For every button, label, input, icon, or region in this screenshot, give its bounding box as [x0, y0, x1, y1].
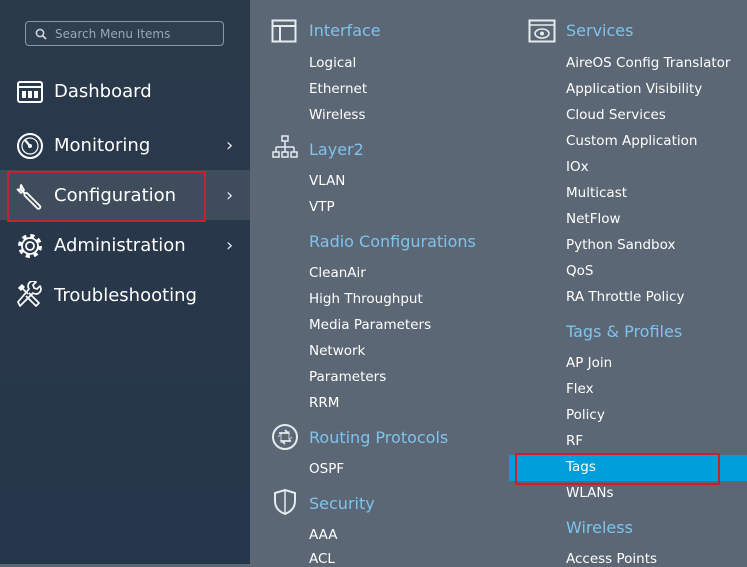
- nav-dashboard-label: Dashboard: [54, 80, 152, 102]
- section-title-security: Security: [309, 494, 375, 513]
- menu-item-netflow[interactable]: NetFlow: [566, 211, 621, 227]
- search-box[interactable]: [25, 21, 224, 46]
- tools-icon: [17, 281, 42, 307]
- menu-item-logical[interactable]: Logical: [309, 55, 356, 71]
- menu-item-custom-application[interactable]: Custom Application: [566, 133, 697, 149]
- menu-item-vlan[interactable]: VLAN: [309, 173, 345, 189]
- chevron-right-icon: ›: [226, 234, 234, 256]
- menu-item-aireos-config-translator[interactable]: AireOS Config Translator: [566, 55, 730, 71]
- menu-item-aaa[interactable]: AAA: [309, 527, 337, 543]
- menu-item-cleanair[interactable]: CleanAir: [309, 265, 366, 281]
- gear-icon: [18, 234, 42, 258]
- chevron-right-icon: ›: [226, 184, 234, 206]
- menu-item-network[interactable]: Network: [309, 343, 365, 359]
- menu-item-policy[interactable]: Policy: [566, 407, 605, 423]
- window-icon: [271, 19, 297, 43]
- menu-item-wlans[interactable]: WLANs: [566, 485, 614, 501]
- menu-item-cloud-services[interactable]: Cloud Services: [566, 107, 666, 123]
- network-tree-icon: [272, 135, 298, 158]
- nav-troubleshooting[interactable]: Troubleshooting: [0, 270, 250, 320]
- nav-monitoring[interactable]: Monitoring ›: [0, 120, 250, 170]
- nav-monitoring-label: Monitoring: [54, 134, 151, 156]
- dashboard-icon: [17, 81, 43, 103]
- menu-item-rf[interactable]: RF: [566, 433, 583, 449]
- menu-item-ra-throttle-policy[interactable]: RA Throttle Policy: [566, 289, 684, 305]
- configuration-menu-panel: Interface Logical Ethernet Wireless Laye…: [250, 0, 747, 567]
- routing-icon: [272, 424, 298, 450]
- menu-item-wireless[interactable]: Wireless: [309, 107, 366, 123]
- nav-troubleshooting-label: Troubleshooting: [54, 284, 197, 306]
- section-title-tags-profiles: Tags & Profiles: [566, 322, 683, 341]
- nav-dashboard[interactable]: Dashboard: [0, 66, 250, 116]
- section-title-services: Services: [566, 21, 634, 40]
- section-title-interface: Interface: [309, 21, 381, 40]
- nav-administration-label: Administration: [54, 234, 186, 256]
- menu-item-access-points[interactable]: Access Points: [566, 551, 657, 567]
- menu-item-flex[interactable]: Flex: [566, 381, 594, 397]
- sidebar: Dashboard Monitoring › Configuration › A…: [0, 0, 250, 564]
- section-title-radio-configurations: Radio Configurations: [309, 232, 476, 251]
- tags-highlight-box: [515, 453, 720, 485]
- menu-item-ap-join[interactable]: AP Join: [566, 355, 612, 371]
- section-title-wireless: Wireless: [566, 518, 633, 537]
- section-title-routing-protocols: Routing Protocols: [309, 428, 449, 447]
- configuration-highlight-box: [7, 171, 206, 222]
- services-icon: [528, 19, 556, 43]
- gauge-icon: [17, 133, 43, 159]
- menu-item-qos[interactable]: QoS: [566, 263, 593, 279]
- chevron-right-icon: ›: [226, 134, 234, 156]
- menu-item-acl[interactable]: ACL: [309, 551, 335, 567]
- menu-item-vtp[interactable]: VTP: [309, 199, 335, 215]
- menu-item-multicast[interactable]: Multicast: [566, 185, 627, 201]
- nav-administration[interactable]: Administration ›: [0, 220, 250, 270]
- menu-item-ethernet[interactable]: Ethernet: [309, 81, 367, 97]
- section-title-layer2: Layer2: [309, 140, 364, 159]
- menu-item-high-throughput[interactable]: High Throughput: [309, 291, 423, 307]
- shield-icon: [274, 488, 296, 516]
- search-icon: [35, 28, 47, 40]
- menu-item-parameters[interactable]: Parameters: [309, 369, 386, 385]
- menu-item-media-parameters[interactable]: Media Parameters: [309, 317, 431, 333]
- menu-item-application-visibility[interactable]: Application Visibility: [566, 81, 702, 97]
- menu-item-python-sandbox[interactable]: Python Sandbox: [566, 237, 675, 253]
- menu-item-rrm[interactable]: RRM: [309, 395, 339, 411]
- menu-item-ospf[interactable]: OSPF: [309, 461, 344, 477]
- menu-item-iox[interactable]: IOx: [566, 159, 589, 175]
- search-input[interactable]: [53, 25, 217, 42]
